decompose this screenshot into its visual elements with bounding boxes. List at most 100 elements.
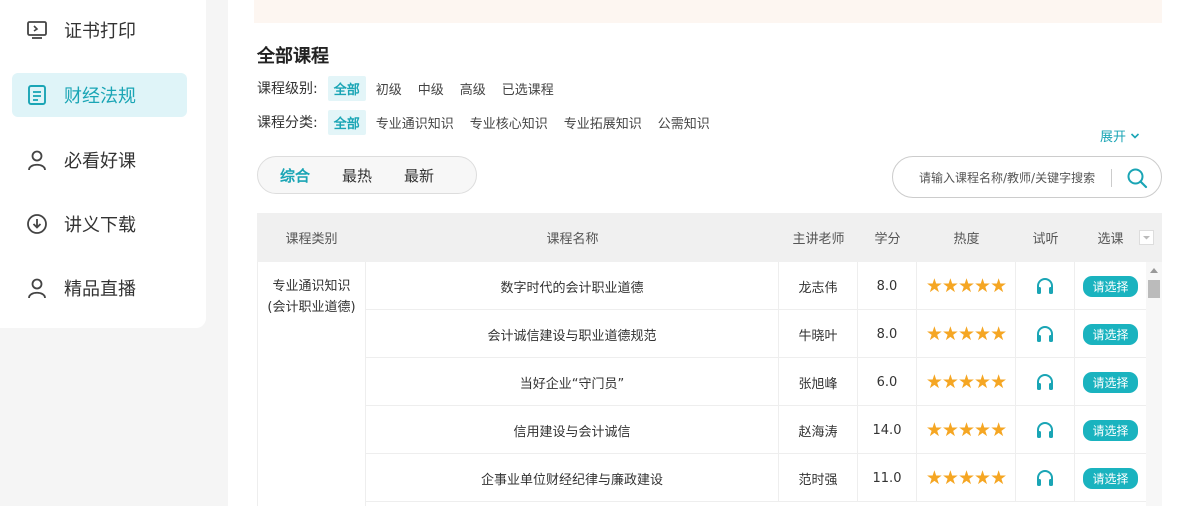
hot-rating: ★ ★ ★ ★ ★ [917,310,1016,358]
star-icon: ★ [990,323,1007,345]
sidebar-item-premium-live[interactable]: 精品直播 [12,266,187,310]
caret-down-icon [1143,236,1150,240]
sidebar-item-label: 必看好课 [64,151,136,172]
notice-banner [254,0,1162,23]
table-row: 企事业单位财经纪律与廉政建设 范时强 11.0 ★ ★ ★ ★ ★ 请选择 [366,454,1146,502]
category-option-general[interactable]: 专业通识知识 [370,110,460,135]
sidebar: 证书打印 财经法规 必看好课 讲义下载 精品直播 [0,0,206,328]
star-icon: ★ [925,419,943,441]
search-input[interactable] [919,167,1099,189]
course-name[interactable]: 数字时代的会计职业道德 [366,262,779,310]
table-header: 课程类别 课程名称 主讲老师 学分 热度 试听 选课 [257,213,1162,262]
sidebar-item-label: 精品直播 [64,279,136,300]
category-option-extended[interactable]: 专业拓展知识 [558,110,648,135]
category-cell: 专业通识知识 (会计职业道德) [257,262,366,506]
select-cell: 请选择 [1075,262,1146,310]
course-credit: 8.0 [858,310,917,358]
headphones-icon[interactable] [1035,373,1055,391]
table-scrollbar[interactable] [1146,262,1162,506]
level-filter: 课程级别: 全部 初级 中级 高级 已选课程 [257,75,564,101]
header-select: 选课 [1097,232,1124,247]
star-icon: ★ [974,323,991,345]
search-icon[interactable] [1125,166,1149,190]
level-option-intermediate[interactable]: 中级 [412,76,450,101]
monitor-icon [27,21,47,39]
star-icon: ★ [925,371,943,393]
course-table: 课程类别 课程名称 主讲老师 学分 热度 试听 选课 专业通识知识 (会计职业道… [257,213,1162,506]
headphones-icon[interactable] [1035,421,1055,439]
select-course-button[interactable]: 请选择 [1083,467,1138,489]
trial-cell [1016,454,1075,502]
star-icon: ★ [925,323,943,345]
hot-rating: ★ ★ ★ ★ ★ [917,454,1016,502]
course-teacher: 赵海涛 [779,406,858,454]
star-icon: ★ [957,467,975,489]
sort-tab-newest[interactable]: 最新 [388,160,450,190]
download-icon [27,214,47,234]
hot-rating: ★ ★ ★ ★ ★ [917,262,1016,310]
course-name[interactable]: 会计诚信建设与职业道德规范 [366,310,779,358]
level-option-junior[interactable]: 初级 [370,76,408,101]
star-icon: ★ [941,419,959,441]
trial-cell [1016,406,1075,454]
course-name[interactable]: 当好企业“守门员” [366,358,779,406]
headphones-icon[interactable] [1035,469,1055,487]
select-cell: 请选择 [1075,358,1146,406]
trial-cell [1016,358,1075,406]
header-credit: 学分 [874,232,901,247]
user-icon [28,150,46,171]
page-title: 全部课程 [257,46,329,67]
headphones-icon[interactable] [1035,325,1055,343]
trial-cell [1016,262,1075,310]
star-icon: ★ [925,275,943,297]
sidebar-item-finance-regulations[interactable]: 财经法规 [12,73,187,117]
category-option-all[interactable]: 全部 [327,109,366,135]
user-icon [28,278,46,299]
sidebar-item-label: 讲义下载 [64,215,136,236]
select-cell: 请选择 [1075,454,1146,502]
level-option-selected-courses[interactable]: 已选课程 [496,76,560,101]
course-credit: 6.0 [858,358,917,406]
sort-tab-comprehensive[interactable]: 综合 [264,160,326,190]
search-box [892,156,1162,198]
course-name[interactable]: 信用建设与会计诚信 [366,406,779,454]
sidebar-item-must-watch[interactable]: 必看好课 [12,138,187,182]
select-course-button[interactable]: 请选择 [1083,419,1138,441]
category-option-core[interactable]: 专业核心知识 [464,110,554,135]
table-row: 信用建设与会计诚信 赵海涛 14.0 ★ ★ ★ ★ ★ 请选择 [366,406,1146,454]
category-option-public[interactable]: 公需知识 [652,110,716,135]
table-row: 数字时代的会计职业道德 龙志伟 8.0 ★ ★ ★ ★ ★ 请选择 [366,262,1146,310]
star-icon: ★ [957,323,975,345]
course-teacher: 牛晓叶 [779,310,858,358]
column-menu-button[interactable] [1139,230,1154,245]
document-icon [28,85,46,105]
level-filter-label: 课程级别: [257,81,318,97]
star-icon: ★ [941,467,959,489]
headphones-icon[interactable] [1035,277,1055,295]
table-row: 当好企业“守门员” 张旭峰 6.0 ★ ★ ★ ★ ★ 请选择 [366,358,1146,406]
trial-cell [1016,310,1075,358]
course-credit: 11.0 [858,454,917,502]
course-teacher: 龙志伟 [779,262,858,310]
header-trial: 试听 [1032,232,1059,247]
level-option-senior[interactable]: 高级 [454,76,492,101]
scroll-thumb[interactable] [1148,280,1160,298]
sort-tab-hottest[interactable]: 最热 [326,160,388,190]
category-filter: 课程分类: 全部 专业通识知识 专业核心知识 专业拓展知识 公需知识 [257,109,720,135]
header-teacher: 主讲老师 [792,232,845,247]
select-course-button[interactable]: 请选择 [1083,371,1138,393]
sidebar-item-handout-download[interactable]: 讲义下载 [12,202,187,246]
star-icon: ★ [941,371,959,393]
expand-label: 展开 [1100,130,1127,145]
sidebar-item-certificate-print[interactable]: 证书打印 [12,8,187,52]
hot-rating: ★ ★ ★ ★ ★ [917,358,1016,406]
star-icon: ★ [957,371,975,393]
select-course-button[interactable]: 请选择 [1083,275,1138,297]
select-course-button[interactable]: 请选择 [1083,323,1138,345]
expand-button[interactable]: 展开 [1100,126,1140,145]
header-course-name: 课程名称 [546,232,599,247]
course-name[interactable]: 企事业单位财经纪律与廉政建设 [366,454,779,502]
level-option-all[interactable]: 全部 [327,75,366,101]
scroll-up-arrow[interactable] [1150,268,1158,273]
star-icon: ★ [957,275,975,297]
